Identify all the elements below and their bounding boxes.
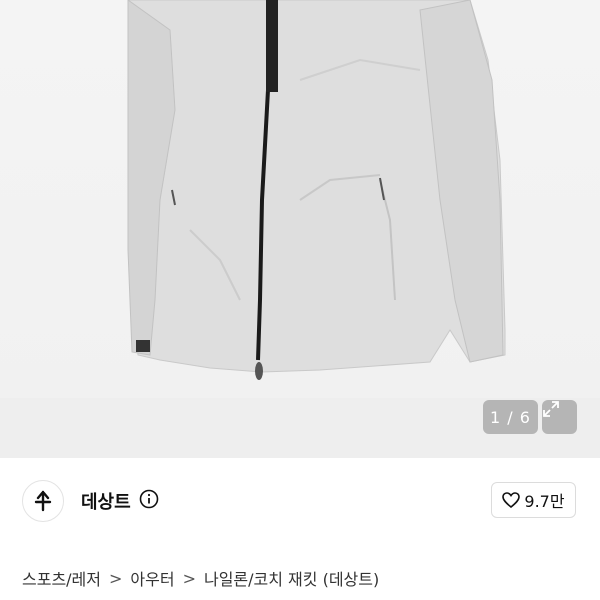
- product-photo-jacket: [127, 0, 506, 380]
- like-button[interactable]: 9.7만: [491, 482, 576, 518]
- breadcrumb-item-category[interactable]: 스포츠/레저: [22, 566, 101, 590]
- brand-name[interactable]: 데상트: [81, 488, 131, 514]
- product-image-carousel[interactable]: 1 / 6: [0, 0, 600, 458]
- breadcrumb-separator: >: [109, 568, 123, 588]
- seller-row: 데상트 9.7만: [0, 472, 600, 526]
- expand-icon: [543, 401, 559, 417]
- breadcrumb-separator: >: [182, 568, 196, 588]
- expand-button[interactable]: [542, 400, 577, 434]
- info-icon[interactable]: [139, 489, 159, 509]
- image-counter: 1 / 6: [483, 400, 538, 434]
- breadcrumb: 스포츠/레저 > 아우터 > 나일론/코치 재킷 (데상트): [22, 566, 379, 590]
- breadcrumb-item-subcategory[interactable]: 아우터: [130, 566, 174, 590]
- like-count: 9.7만: [524, 492, 565, 511]
- heart-icon: [502, 492, 521, 508]
- descente-logo: [34, 490, 52, 512]
- brand-logo[interactable]: [22, 480, 64, 522]
- breadcrumb-item-product-type[interactable]: 나일론/코치 재킷 (데상트): [204, 566, 379, 590]
